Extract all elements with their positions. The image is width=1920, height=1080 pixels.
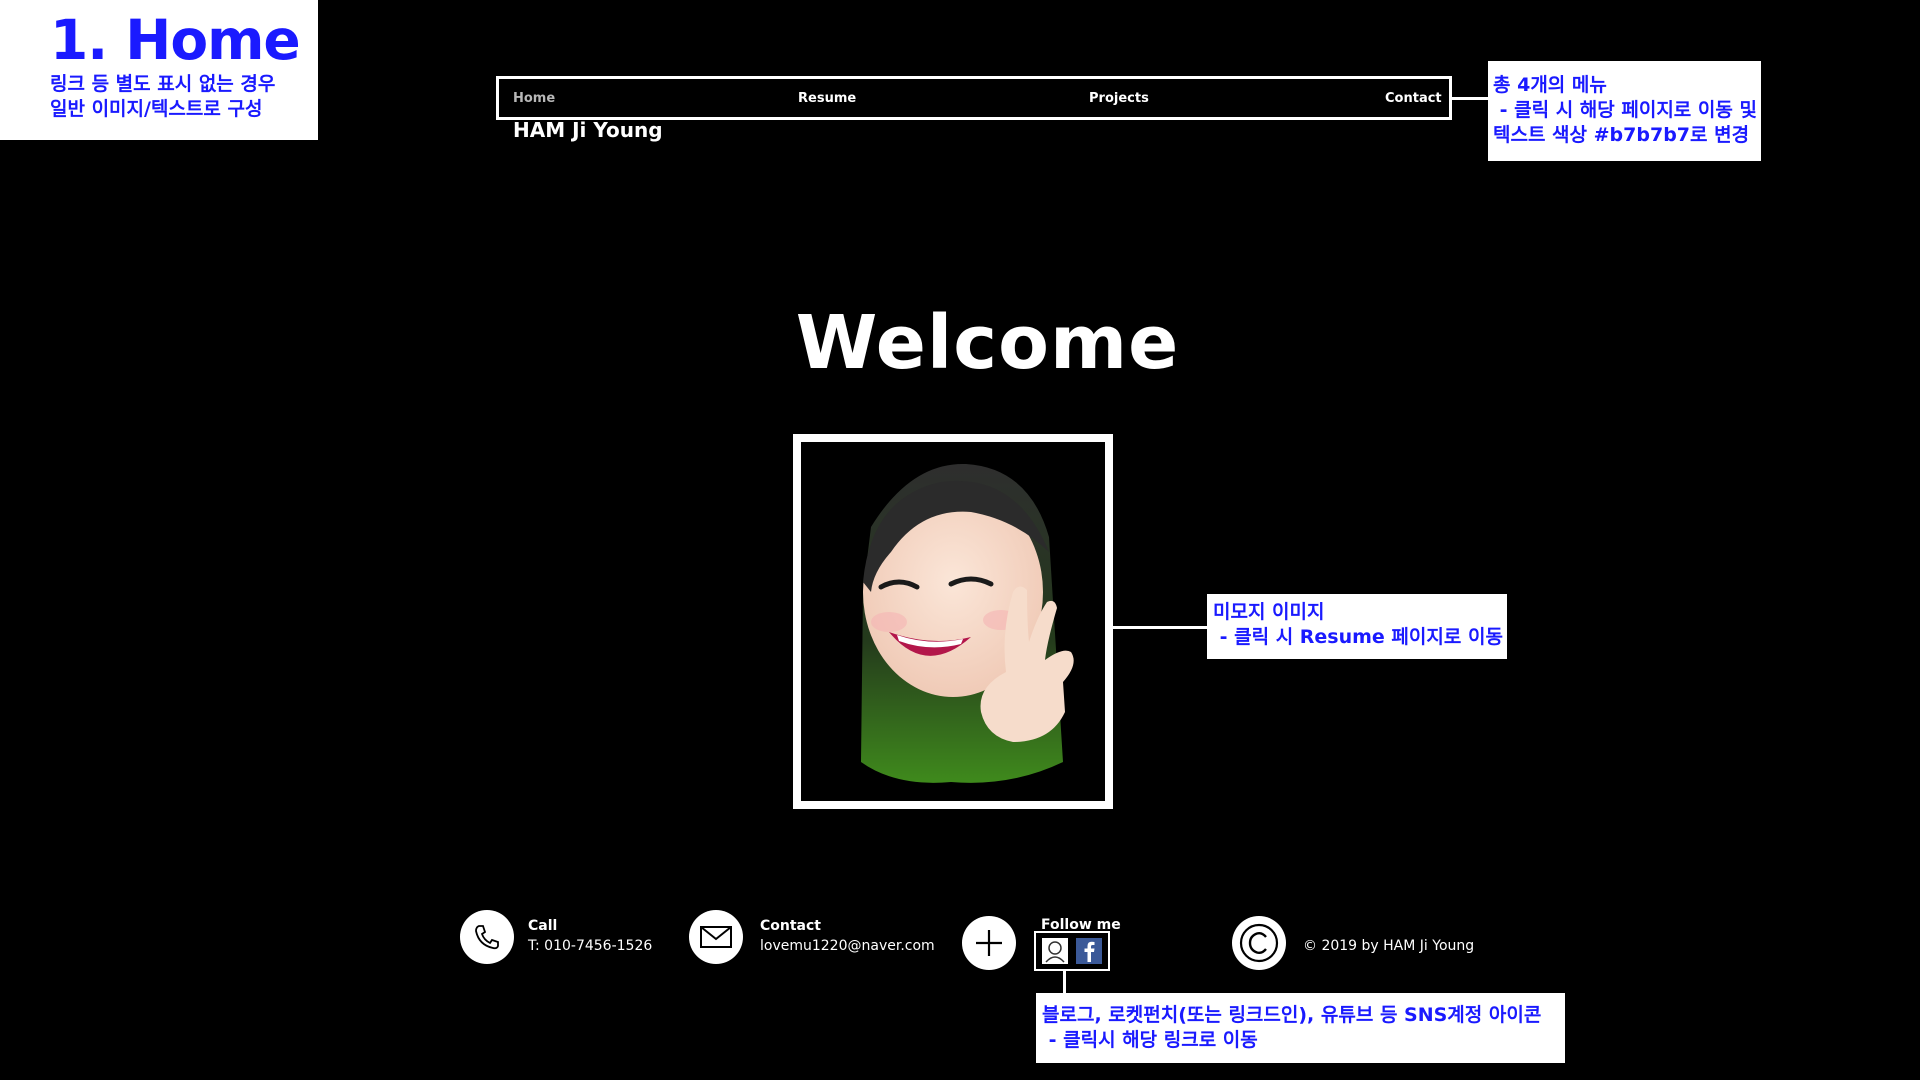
menu-annotation: 총 4개의 메뉴 - 클릭 시 해당 페이지로 이동 및 텍스트 색상 #b7b… (1488, 61, 1761, 161)
page-annotation-title: 1. Home (50, 8, 301, 72)
sns-annotation-text: 블로그, 로켓펀치(또는 링크드인), 유튜브 등 SNS계정 아이콘 - 클릭… (1042, 1004, 1542, 1051)
memoji-annotation: 미모지 이미지 - 클릭 시 Resume 페이지로 이동 (1207, 594, 1507, 659)
main-nav: Home Resume Projects Contact (496, 76, 1452, 120)
nav-home[interactable]: Home (513, 91, 555, 106)
facebook-icon[interactable] (1076, 938, 1102, 964)
memoji-portrait (861, 463, 1074, 783)
sns-annotation-connector (1063, 971, 1066, 993)
nav-contact[interactable]: Contact (1385, 91, 1442, 106)
plus-icon (962, 916, 1016, 970)
welcome-heading: Welcome (795, 300, 1180, 386)
call-number: T: 010-7456-1526 (528, 938, 653, 954)
sns-annotation: 블로그, 로켓펀치(또는 링크드인), 유튜브 등 SNS계정 아이콘 - 클릭… (1036, 993, 1565, 1063)
blog-icon[interactable] (1042, 938, 1068, 964)
memoji-image[interactable] (793, 434, 1113, 809)
copyright-icon (1232, 916, 1286, 970)
nav-resume[interactable]: Resume (798, 91, 856, 106)
nav-projects[interactable]: Projects (1089, 91, 1149, 106)
page-annotation: 1. Home 링크 등 별도 표시 없는 경우 일반 이미지/텍스트로 구성 (0, 0, 318, 140)
memoji-annotation-connector (1113, 626, 1207, 629)
mail-icon (689, 910, 743, 964)
copyright-text: © 2019 by HAM Ji Young (1303, 938, 1475, 954)
contact-email: lovemu1220@naver.com (760, 938, 935, 954)
social-links (1034, 931, 1110, 971)
phone-icon (460, 910, 514, 964)
site-name: HAM Ji Young (513, 118, 663, 142)
menu-annotation-text: 총 4개의 메뉴 - 클릭 시 해당 페이지로 이동 및 텍스트 색상 #b7b… (1493, 74, 1757, 146)
page-annotation-text: 링크 등 별도 표시 없는 경우 일반 이미지/텍스트로 구성 (50, 73, 276, 120)
call-label: Call (528, 918, 558, 934)
contact-label: Contact (760, 918, 821, 934)
memoji-annotation-text: 미모지 이미지 - 클릭 시 Resume 페이지로 이동 (1213, 601, 1503, 648)
menu-annotation-connector (1452, 97, 1488, 100)
